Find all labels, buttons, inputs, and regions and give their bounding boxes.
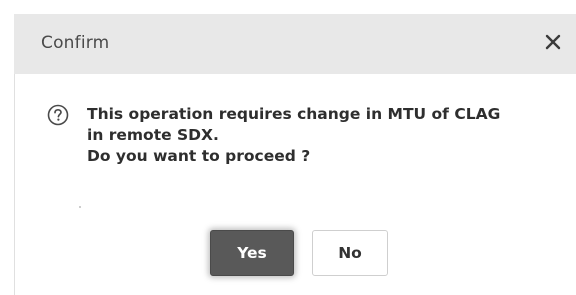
confirm-dialog: Confirm This operation requires change i… (0, 0, 576, 295)
message-line: in remote SDX. (87, 126, 219, 144)
message-line: Do you want to proceed ? (87, 147, 311, 165)
dialog-title: Confirm (41, 33, 110, 53)
dialog-body: This operation requires change in MTU of… (14, 74, 576, 295)
close-icon (545, 34, 561, 50)
yes-button[interactable]: Yes (210, 230, 294, 276)
no-button[interactable]: No (312, 230, 388, 276)
speck (79, 206, 81, 208)
question-circle-icon (47, 104, 69, 126)
message-line: This operation requires change in MTU of… (87, 105, 501, 123)
close-button[interactable] (540, 29, 566, 55)
dialog-header: Confirm (14, 14, 576, 74)
confirmation-message: This operation requires change in MTU of… (87, 104, 557, 167)
dialog-top-edge (0, 0, 576, 14)
